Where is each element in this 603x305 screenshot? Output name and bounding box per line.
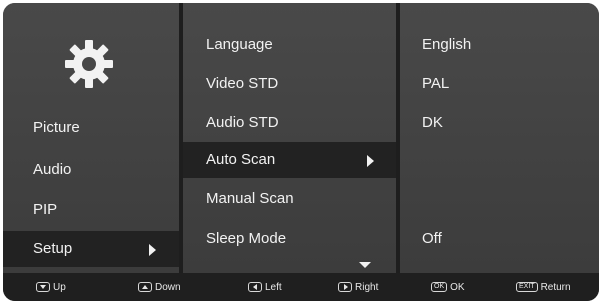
- option-label: Auto Scan: [206, 151, 276, 168]
- hint-ok: OK OK: [431, 278, 465, 296]
- submenu-arrow-icon: [367, 155, 374, 167]
- option-label: Video STD: [206, 75, 279, 92]
- option-value: English: [422, 36, 472, 53]
- option-video-std[interactable]: Video STD: [183, 66, 396, 102]
- category-pip[interactable]: PIP: [3, 192, 179, 228]
- option-value: PAL: [422, 75, 450, 92]
- option-value: DK: [422, 114, 443, 131]
- option-panel: Language Video STD Audio STD Auto Scan M…: [183, 3, 396, 273]
- value-language: English: [400, 27, 599, 63]
- gear-icon: [65, 40, 113, 88]
- option-audio-std[interactable]: Audio STD: [183, 105, 396, 141]
- hint-up: Up: [36, 278, 66, 296]
- up-key-icon: [138, 282, 152, 292]
- hint-ok-label: OK: [450, 281, 465, 293]
- hint-down-label: Down: [155, 281, 181, 293]
- category-panel: Picture Audio PIP Setup: [3, 3, 179, 273]
- option-label: Sleep Mode: [206, 230, 287, 247]
- scroll-down-icon[interactable]: [359, 262, 371, 268]
- option-label: Manual Scan: [206, 190, 294, 207]
- option-language[interactable]: Language: [183, 27, 396, 63]
- down-key-icon: [36, 282, 50, 292]
- osd-menu: Picture Audio PIP Setup Language Video S…: [0, 0, 603, 305]
- key-hint-bar: Up Down Left Right OK OK EXIT Return: [3, 273, 599, 301]
- category-picture[interactable]: Picture: [3, 110, 179, 146]
- submenu-arrow-icon: [149, 244, 156, 256]
- menu-frame: Picture Audio PIP Setup Language Video S…: [3, 3, 599, 301]
- category-label: PIP: [33, 201, 58, 218]
- value-video-std: PAL: [400, 66, 599, 102]
- option-sleep-mode[interactable]: Sleep Mode: [183, 221, 396, 257]
- hint-left-label: Left: [265, 281, 282, 293]
- value-sleep-mode: Off: [400, 221, 599, 257]
- hint-up-label: Up: [53, 281, 66, 293]
- hint-return: EXIT Return: [516, 278, 571, 296]
- hint-down: Down: [138, 278, 181, 296]
- option-auto-scan[interactable]: Auto Scan: [183, 142, 396, 178]
- hint-return-label: Return: [540, 281, 571, 293]
- category-label: Setup: [33, 240, 73, 257]
- value-audio-std: DK: [400, 105, 599, 141]
- left-key-icon: [248, 282, 262, 292]
- value-panel: English PAL DK Off: [400, 3, 599, 273]
- category-audio[interactable]: Audio: [3, 152, 179, 188]
- hint-left: Left: [248, 278, 282, 296]
- hint-right: Right: [338, 278, 378, 296]
- option-value: Off: [422, 230, 442, 247]
- hint-right-label: Right: [355, 281, 379, 293]
- category-label: Picture: [33, 119, 80, 136]
- ok-key-icon: OK: [431, 282, 448, 292]
- right-key-icon: [338, 282, 352, 292]
- category-label: Audio: [33, 161, 72, 178]
- option-label: Language: [206, 36, 273, 53]
- category-setup[interactable]: Setup: [3, 231, 179, 267]
- exit-key-icon: EXIT: [516, 282, 538, 292]
- option-manual-scan[interactable]: Manual Scan: [183, 181, 396, 217]
- option-label: Audio STD: [206, 114, 279, 131]
